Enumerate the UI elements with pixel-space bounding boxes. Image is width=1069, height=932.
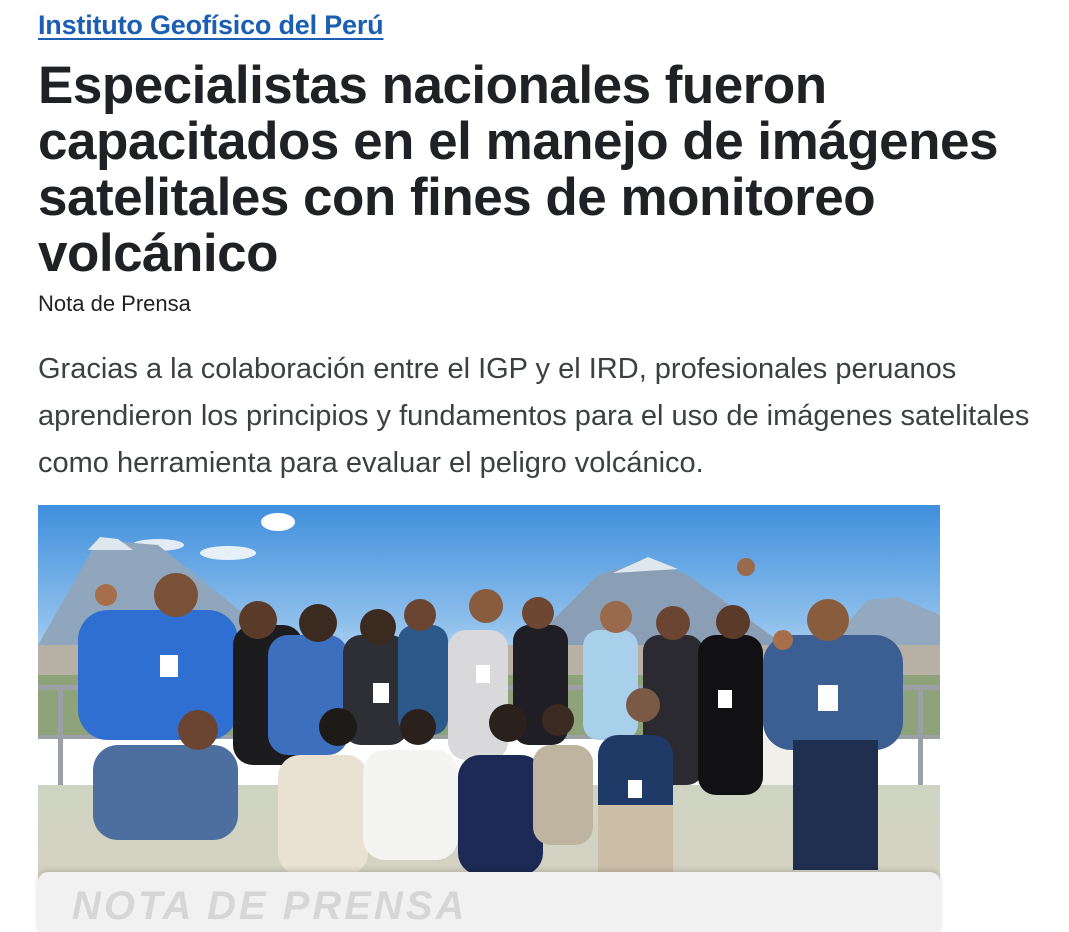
group-photo-image [38, 505, 940, 919]
article-kind-label: Nota de Prensa [38, 291, 191, 316]
source-link[interactable]: Instituto Geofísico del Perú [38, 10, 384, 41]
article-page: Instituto Geofísico del Perú Especialist… [0, 0, 1069, 932]
article-title: Especialistas nacionales fueron capacita… [38, 56, 998, 283]
article-summary: Gracias a la colaboración entre el IGP y… [38, 353, 1030, 479]
caption-label: NOTA DE PRENSA [72, 884, 468, 928]
article-photo[interactable] [38, 505, 940, 919]
